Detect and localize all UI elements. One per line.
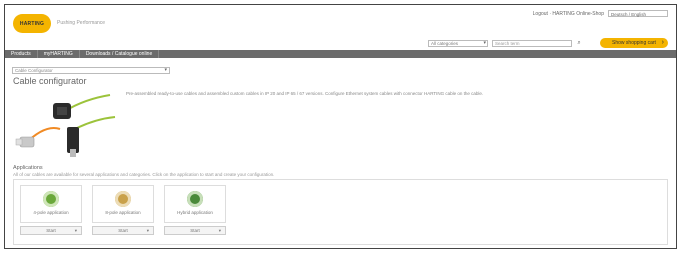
start-button[interactable]: Start: [92, 226, 154, 235]
language-select[interactable]: Deutsch / English: [608, 10, 668, 17]
start-button[interactable]: Start: [164, 226, 226, 235]
search-input[interactable]: Search term: [492, 39, 572, 47]
category-select[interactable]: All categories: [428, 39, 488, 47]
page-title: Cable configurator: [13, 76, 87, 86]
cable-cross-section-icon: [187, 191, 203, 207]
application-label: 4-pole application: [33, 210, 69, 215]
top-links[interactable]: Logout · HARTING Online-Shop: [533, 11, 604, 17]
search-row: All categories Search term ⌕ Show shoppi…: [428, 38, 668, 48]
shopping-cart-button[interactable]: Show shopping cart: [600, 38, 668, 48]
nav-item-myharting[interactable]: myHARTING: [38, 50, 80, 58]
configurator-select[interactable]: Cable Configurator: [12, 67, 170, 74]
application-label: 8-pole application: [105, 210, 141, 215]
application-label: Hybrid application: [177, 210, 213, 215]
harting-logo[interactable]: HARTING: [13, 14, 51, 33]
browser-frame: HARTING Pushing Performance Logout · HAR…: [4, 4, 677, 249]
application-card[interactable]: Hybrid application: [164, 185, 226, 223]
applications-subtitle: All of our cables are available for seve…: [13, 172, 275, 177]
search-icon[interactable]: ⌕: [576, 40, 582, 47]
cable-product-image: [15, 94, 116, 157]
application-card[interactable]: 4-pole application: [20, 185, 82, 223]
application-card[interactable]: 8-pole application: [92, 185, 154, 223]
applications-heading: Applications: [13, 165, 43, 171]
logo-text: HARTING: [19, 20, 45, 27]
nav-item-products[interactable]: Products: [5, 50, 38, 58]
nav-item-downloads[interactable]: Downloads / Catalogue online: [80, 50, 160, 58]
main-nav: Products myHARTING Downloads / Catalogue…: [5, 50, 676, 58]
cable-cross-section-icon: [115, 191, 131, 207]
tagline: Pushing Performance: [57, 20, 106, 26]
applications-panel: 4-pole application Start 8-pole applicat…: [13, 179, 668, 245]
cable-cross-section-icon: [43, 191, 59, 207]
start-button[interactable]: Start: [20, 226, 82, 235]
application-tile-hybrid[interactable]: Hybrid application Start: [164, 185, 226, 240]
application-tile-4-pole[interactable]: 4-pole application Start: [20, 185, 82, 240]
application-tile-8-pole[interactable]: 8-pole application Start: [92, 185, 154, 240]
configurator-description: Pre-assembled ready-to-use cables and as…: [126, 91, 484, 96]
